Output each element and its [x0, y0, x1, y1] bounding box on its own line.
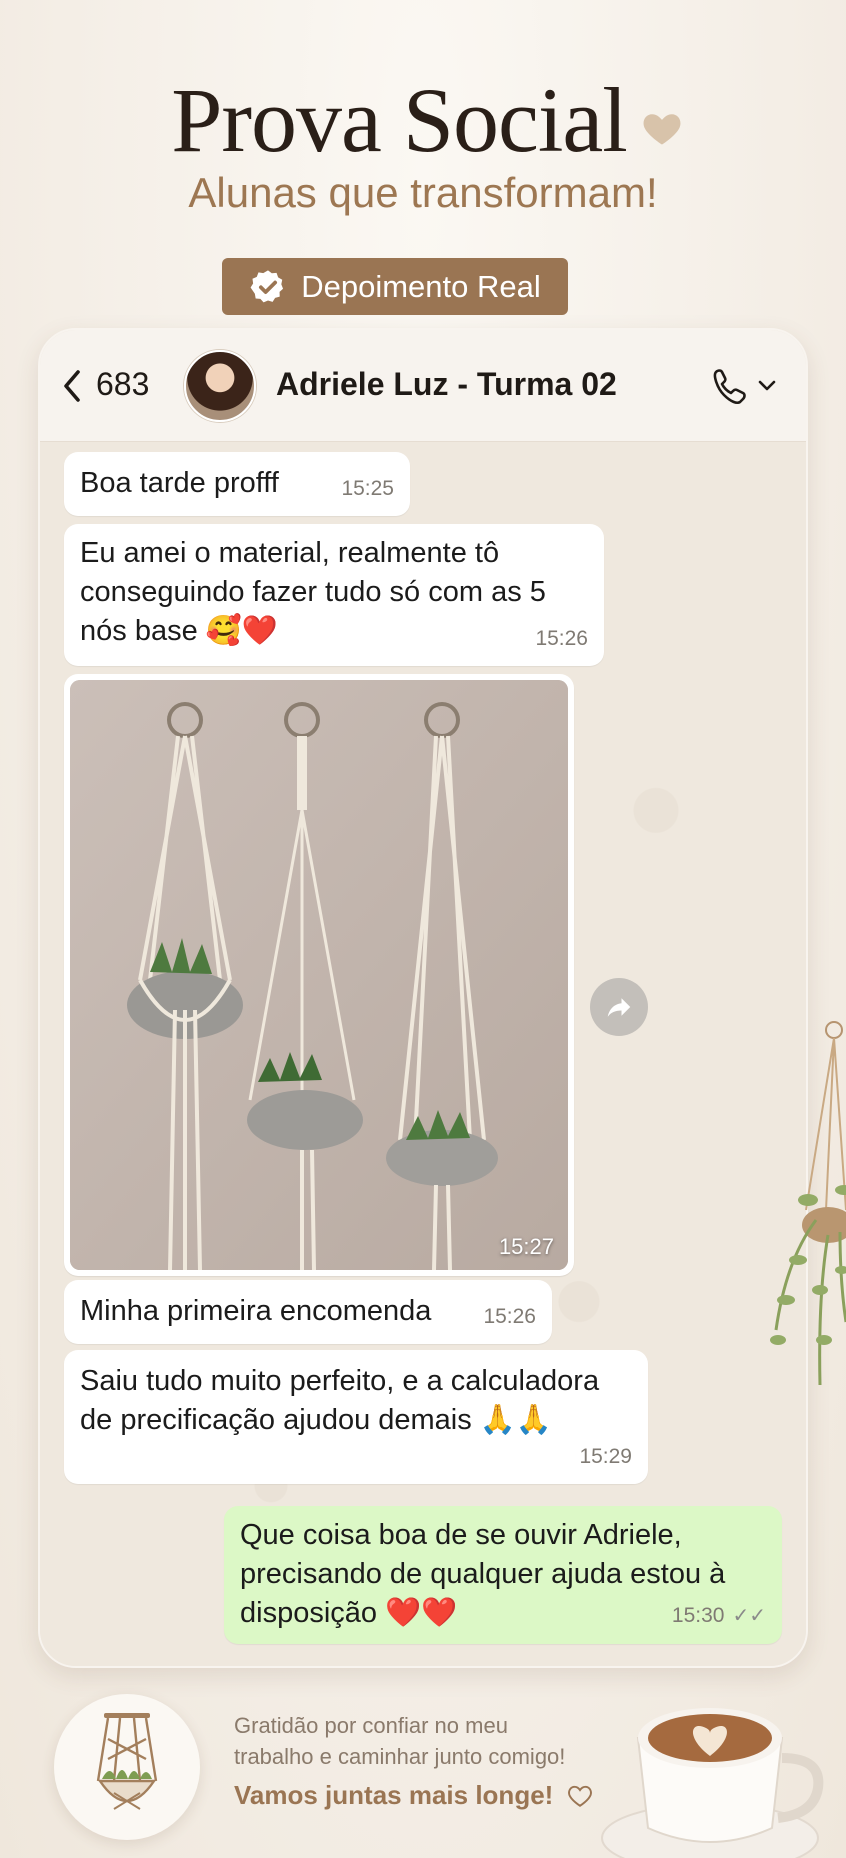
message-text: Boa tarde profff	[80, 467, 279, 499]
footer-line-2: trabalho e caminhar junto comigo!	[234, 1744, 566, 1769]
unread-count[interactable]: 683	[96, 366, 149, 403]
message-time: 15:30 ✓✓	[672, 1596, 766, 1636]
page: Prova Social Alunas que transformam! Dep…	[0, 0, 846, 1858]
chat-messages: Boa tarde profff 15:25 Eu amei o materia…	[40, 442, 806, 1666]
message-time: 15:26	[483, 1305, 536, 1328]
message-time: 15:25	[341, 477, 394, 500]
message-time: 15:26	[535, 627, 588, 650]
footer-cta: Vamos juntas mais longe!	[234, 1780, 593, 1811]
phone-call-icon[interactable]	[708, 364, 788, 408]
message-bubble[interactable]: Saiu tudo muito perfeito, e a calculador…	[64, 1350, 648, 1484]
image-message[interactable]: 15:27	[64, 674, 574, 1276]
footer-line-1: Gratidão por confiar no meu	[234, 1713, 508, 1738]
testimonial-badge: Depoimento Real	[222, 258, 568, 315]
verified-check-icon	[250, 269, 284, 302]
badge-label: Depoimento Real	[301, 268, 541, 304]
footer-message: Gratidão por confiar no meu trabalho e c…	[234, 1710, 565, 1772]
heart-outline-icon	[568, 1785, 593, 1807]
message-text: Que coisa boa de se ouvir Adriele, preci…	[240, 1519, 726, 1629]
forward-button[interactable]	[590, 978, 648, 1036]
message-bubble[interactable]: Minha primeira encomenda 15:26	[64, 1280, 552, 1344]
chevron-down-icon	[758, 380, 776, 391]
coffee-cup-decoration	[601, 1708, 824, 1858]
back-arrow-icon[interactable]	[58, 364, 86, 408]
forward-arrow-icon	[607, 998, 631, 1017]
hero-header: Prova Social	[0, 70, 846, 170]
footer-cta-text: Vamos juntas mais longe!	[234, 1780, 554, 1810]
macrame-plant-hangers-photo[interactable]: 15:27	[70, 680, 568, 1270]
message-bubble-sent[interactable]: Que coisa boa de se ouvir Adriele, preci…	[224, 1506, 782, 1644]
chat-header: 683 Adriele Luz - Turma 02	[40, 330, 806, 442]
message-bubble[interactable]: Eu amei o material, realmente tô consegu…	[64, 524, 604, 666]
message-time: 15:29	[579, 1445, 632, 1468]
message-bubble[interactable]: Boa tarde profff 15:25	[64, 452, 410, 516]
message-text: Minha primeira encomenda	[80, 1295, 432, 1327]
hanging-plant-decoration	[770, 1021, 846, 1386]
macrame-logo	[54, 1694, 200, 1840]
heart-icon	[643, 114, 681, 145]
contact-avatar[interactable]	[184, 350, 256, 422]
macrame-hanger-icon	[96, 1713, 158, 1810]
message-text: Eu amei o material, realmente tô consegu…	[80, 537, 546, 647]
contact-name[interactable]: Adriele Luz - Turma 02	[276, 366, 617, 403]
message-time: 15:27	[498, 1234, 554, 1259]
read-receipt-icon: ✓✓	[732, 1605, 766, 1627]
page-title: Prova Social	[171, 69, 628, 171]
message-text: Saiu tudo muito perfeito, e a calculador…	[80, 1365, 600, 1436]
chat-window: 683 Adriele Luz - Turma 02 Boa tarde pro…	[38, 328, 808, 1668]
page-subtitle: Alunas que transformam!	[188, 169, 658, 216]
